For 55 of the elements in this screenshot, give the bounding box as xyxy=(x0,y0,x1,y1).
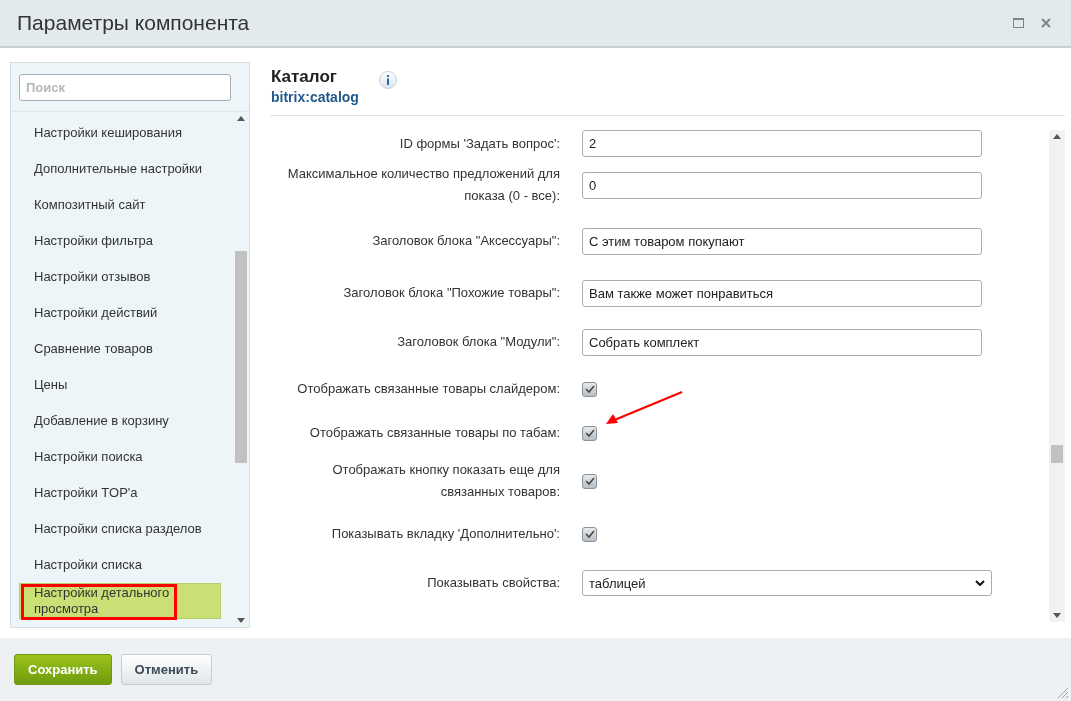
check-icon xyxy=(584,530,595,538)
caret-icon xyxy=(975,580,985,586)
sidebar-item[interactable]: Дополнительные настройки xyxy=(19,151,221,187)
check-icon xyxy=(584,429,595,437)
sidebar-item[interactable]: Композитный сайт xyxy=(19,187,221,223)
field-label: Заголовок блока "Похожие товары": xyxy=(342,284,560,302)
sidebar-item[interactable]: Настройки списка разделов xyxy=(19,511,221,547)
scroll-thumb[interactable] xyxy=(1051,445,1063,463)
scroll-up-icon[interactable] xyxy=(237,116,245,121)
field-label: Отображать связанные товары по табам: xyxy=(308,424,560,442)
close-icon[interactable] xyxy=(1039,16,1053,30)
field-label: ID формы 'Задать вопрос': xyxy=(398,134,560,153)
scroll-thumb[interactable] xyxy=(235,251,247,463)
sidebar-item[interactable]: Настройки действий xyxy=(19,295,221,331)
text-field[interactable]: 0 xyxy=(582,171,982,199)
check-icon xyxy=(584,477,595,485)
checkbox[interactable] xyxy=(582,425,597,441)
field-label: Отображать связанные товары слайдером: xyxy=(296,380,560,398)
text-field[interactable]: Вам также может понравиться xyxy=(582,279,982,307)
sidebar-item[interactable]: Настройки TOP'а xyxy=(19,475,221,511)
field-label: Заголовок блока "Модули": xyxy=(396,333,560,351)
field-label: Отображать кнопку показать еще для связанных товаров: xyxy=(331,461,560,501)
check-icon xyxy=(584,385,595,393)
sidebar-item[interactable]: Настройки фильтра xyxy=(19,223,221,259)
field-label: Показывать свойства: xyxy=(426,574,560,592)
sidebar-item[interactable]: Настройки кеширования xyxy=(19,115,221,151)
sidebar-item[interactable]: Настройки отзывов xyxy=(19,259,221,295)
window-title: Параметры компонента xyxy=(17,11,251,35)
text-field[interactable]: С этим товаром покупают xyxy=(582,227,982,255)
field-label: Заголовок блока "Аксессуары": xyxy=(371,232,560,250)
sidebar-item[interactable]: Цены xyxy=(19,367,221,403)
component-title: Каталог xyxy=(271,67,338,87)
select-field[interactable]: таблицей xyxy=(582,570,992,596)
cancel-button[interactable]: Отменить xyxy=(120,654,213,685)
checkbox[interactable] xyxy=(582,381,597,397)
text-field[interactable]: Собрать комплект xyxy=(582,328,982,356)
sidebar-item[interactable]: Настройки списка xyxy=(19,547,221,583)
sidebar-item[interactable]: Сравнение товаров xyxy=(19,331,221,367)
maximize-icon[interactable] xyxy=(1011,16,1025,30)
scrollbar[interactable] xyxy=(1049,130,1065,622)
checkbox[interactable] xyxy=(582,526,597,542)
search-field[interactable]: Поиск xyxy=(19,74,231,101)
info-icon[interactable] xyxy=(378,71,397,89)
sidebar-item[interactable]: Настройки детального просмотра xyxy=(19,583,221,619)
sidebar-item[interactable]: Настройки поиска xyxy=(19,439,221,475)
resize-grip-icon[interactable] xyxy=(1057,687,1069,699)
field-label: Показывать вкладку 'Дополнительно': xyxy=(330,525,560,543)
scroll-down-icon[interactable] xyxy=(237,618,245,623)
scroll-down-icon[interactable] xyxy=(1053,613,1061,618)
checkbox[interactable] xyxy=(582,473,597,489)
component-code: bitrix:catalog xyxy=(271,89,359,105)
field-label: Максимальное количество предложений для показа (0 - все): xyxy=(286,165,560,205)
sidebar-item[interactable]: Добавление в корзину xyxy=(19,403,221,439)
scroll-up-icon[interactable] xyxy=(1053,134,1061,139)
text-field[interactable]: 2 xyxy=(582,130,982,157)
